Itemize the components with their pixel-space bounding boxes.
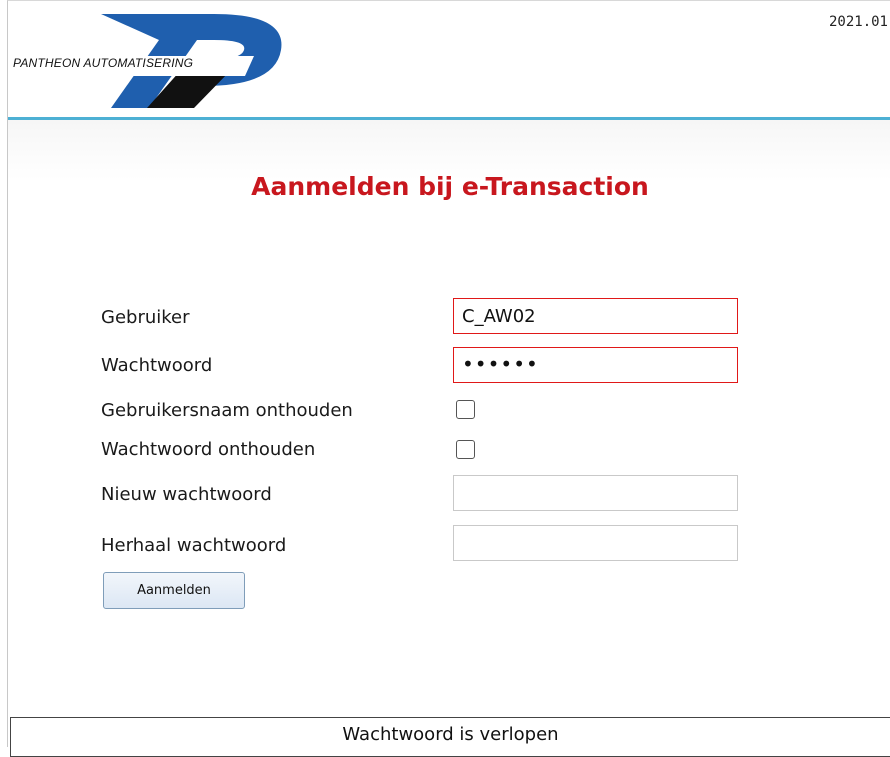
password-field[interactable]: •••••• [453,347,738,383]
user-label: Gebruiker [101,307,190,328]
remember-user-checkbox[interactable] [456,400,475,419]
page-title: Aanmelden bij e-Transaction [251,172,649,201]
repeat-password-field[interactable] [453,525,738,561]
repeat-password-label: Herhaal wachtwoord [101,535,287,556]
password-label: Wachtwoord [101,355,213,376]
new-password-field[interactable] [453,475,738,511]
pantheon-logo: PANTHEON AUTOMATISERING [9,12,294,110]
logo-text: PANTHEON AUTOMATISERING [13,56,194,70]
remember-user-label: Gebruikersnaam onthouden [101,400,353,421]
remember-password-checkbox[interactable] [456,440,475,459]
version-label: 2021.01 [828,14,888,30]
remember-password-label: Wachtwoord onthouden [101,439,316,460]
user-field[interactable] [453,298,738,334]
login-button[interactable]: Aanmelden [103,572,245,609]
new-password-label: Nieuw wachtwoord [101,484,272,505]
status-message: Wachtwoord is verlopen [10,717,890,757]
header-shade [8,120,890,180]
